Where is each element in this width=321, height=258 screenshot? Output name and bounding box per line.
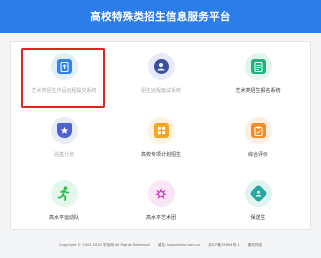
tile-comprehensive-evaluation[interactable]: 综合评价 <box>210 117 306 175</box>
tile-remote-interview[interactable]: 招生远程面试系统 <box>113 53 209 111</box>
services-panel: 艺术类招生作品远程提交系统 招生远程面试系统 艺术类招生报名系统 强基计划 高校… <box>10 41 311 230</box>
upload-document-icon <box>56 59 72 74</box>
tile-art-works-submission[interactable]: 艺术类招生作品远程提交系统 <box>16 53 112 111</box>
tile-label: 艺术类招生作品远程提交系统 <box>31 88 97 94</box>
shield-star-icon <box>56 123 72 138</box>
tile-label: 高校专项计划招生 <box>140 152 181 158</box>
tile-strong-base-plan[interactable]: 强基计划 <box>16 117 112 175</box>
page-title: 高校特殊类招生信息服务平台 <box>90 11 231 23</box>
footer-copyright: Copyright © 2003-2020 学信网 All Rights Res… <box>58 242 150 247</box>
tile-label: 保送生 <box>250 215 266 221</box>
tile-label: 强基计划 <box>53 152 74 158</box>
tile-icon-circle <box>147 117 175 144</box>
page-footer: Copyright © 2003-2020 学信网 All Rights Res… <box>0 240 321 250</box>
registration-form-icon <box>250 59 266 74</box>
tile-icon-circle <box>147 53 175 80</box>
tile-art-troupe[interactable]: 高水平艺术团 <box>113 180 209 238</box>
evaluation-clipboard-icon <box>250 123 266 138</box>
recommended-student-icon <box>248 184 268 203</box>
tile-art-registration[interactable]: 艺术类招生报名系统 <box>210 53 306 111</box>
running-athlete-icon <box>57 186 72 201</box>
tile-label: 招生远程面试系统 <box>140 88 181 94</box>
tile-icon-circle <box>50 117 78 144</box>
tile-label: 综合评价 <box>247 152 268 158</box>
tile-icon-circle <box>244 117 272 144</box>
tile-icon-circle <box>244 53 272 80</box>
grid-plan-icon <box>153 123 169 138</box>
video-interview-icon <box>153 59 169 74</box>
footer-domain: 域名: kaoshichsi.com.cn <box>157 242 201 247</box>
art-troupe-icon <box>154 186 169 201</box>
tile-recommended-students[interactable]: 保送生 <box>210 180 306 238</box>
footer-service-hotline[interactable]: 服务热线 <box>248 243 262 248</box>
tile-high-level-sports[interactable]: 高水平运动队 <box>16 180 112 238</box>
tile-icon-circle <box>50 180 78 207</box>
tile-label: 高水平艺术团 <box>145 215 176 221</box>
tile-label: 艺术类招生报名系统 <box>235 88 281 94</box>
tile-icon-circle <box>147 180 175 207</box>
tile-special-plan[interactable]: 高校专项计划招生 <box>113 117 209 175</box>
tile-icon-circle <box>244 180 272 207</box>
tile-icon-circle <box>50 53 78 80</box>
app-header: 高校特殊类招生信息服务平台 <box>0 0 321 33</box>
tile-label: 高水平运动队 <box>48 215 79 221</box>
footer-icp[interactable]: 京ICP备19004号-1 <box>208 243 240 248</box>
